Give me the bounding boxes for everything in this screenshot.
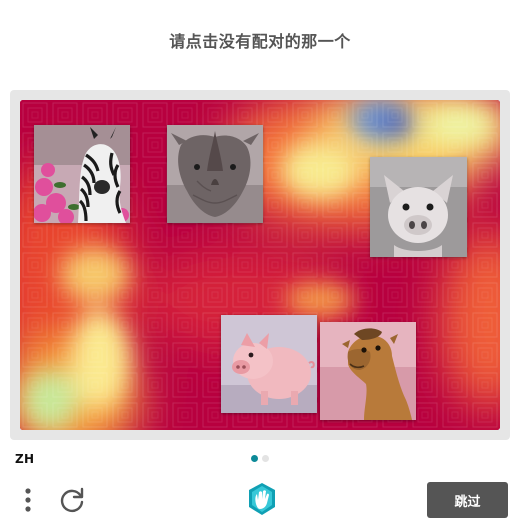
hand-logo-icon xyxy=(249,483,275,515)
tile-zebra[interactable] xyxy=(34,125,130,223)
refresh-button[interactable] xyxy=(58,486,86,514)
challenge-frame xyxy=(10,90,510,440)
challenge-prompt: 请点击没有配对的那一个 xyxy=(169,32,351,51)
tile-pig-top[interactable] xyxy=(370,157,467,257)
tile-camel[interactable] xyxy=(320,322,416,420)
pagination-dot-active xyxy=(251,455,258,462)
challenge-canvas xyxy=(20,100,500,430)
tile-rhino[interactable] xyxy=(167,125,263,223)
menu-button[interactable] xyxy=(20,486,36,516)
hand-logo xyxy=(246,482,278,516)
vertical-dots-icon xyxy=(25,488,31,512)
refresh-icon xyxy=(60,487,84,513)
language-selector[interactable]: ZH xyxy=(15,452,34,466)
skip-button[interactable]: 跳过 xyxy=(427,482,508,518)
tile-pig-bottom[interactable] xyxy=(221,315,317,413)
pagination-dot-inactive xyxy=(262,455,269,462)
